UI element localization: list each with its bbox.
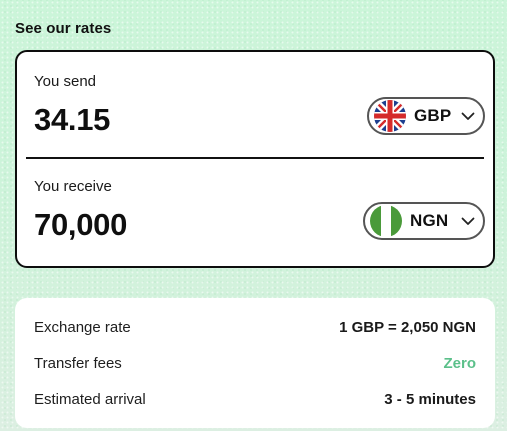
transfer-fees-label: Transfer fees <box>34 354 122 372</box>
chevron-down-icon <box>461 109 475 123</box>
send-amount-input[interactable]: 34.15 <box>34 102 110 138</box>
receive-amount-input[interactable]: 70,000 <box>34 207 127 243</box>
send-label: You send <box>34 73 97 90</box>
estimated-arrival-value: 3 - 5 minutes <box>384 390 476 408</box>
currency-converter-card: You send 34.15 GBP You receive 70,000 NG… <box>15 50 495 268</box>
receive-label: You receive <box>34 178 112 195</box>
exchange-rate-value: 1 GBP = 2,050 NGN <box>339 318 476 336</box>
divider <box>26 157 484 159</box>
rate-details-card: Exchange rate 1 GBP = 2,050 NGN Transfer… <box>15 298 495 428</box>
send-currency-code: GBP <box>414 106 452 125</box>
chevron-down-icon <box>461 214 475 228</box>
estimated-arrival-row: Estimated arrival 3 - 5 minutes <box>34 389 476 409</box>
nigeria-flag-icon <box>370 205 402 237</box>
transfer-fees-row: Transfer fees Zero <box>34 353 476 373</box>
transfer-fees-value: Zero <box>443 354 476 372</box>
page-title: See our rates <box>15 20 112 37</box>
estimated-arrival-label: Estimated arrival <box>34 390 146 408</box>
receive-currency-select[interactable]: NGN <box>363 202 485 240</box>
exchange-rate-row: Exchange rate 1 GBP = 2,050 NGN <box>34 317 476 337</box>
uk-flag-icon <box>374 100 406 132</box>
receive-currency-code: NGN <box>410 211 449 230</box>
send-currency-select[interactable]: GBP <box>367 97 485 135</box>
exchange-rate-label: Exchange rate <box>34 318 131 336</box>
